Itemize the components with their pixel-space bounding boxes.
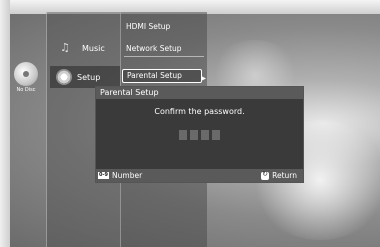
dialog-title: Parental Setup — [96, 87, 303, 99]
disc-icon — [14, 62, 38, 86]
submenu-item-label: HDMI Setup — [126, 22, 171, 31]
return-label: Return — [272, 171, 297, 180]
submenu-item-label: Parental Setup — [127, 71, 182, 80]
disc-label: No Disc — [16, 87, 36, 93]
parental-setup-dialog: Parental Setup Confirm the password. 0-9… — [95, 86, 304, 183]
menu-item-setup[interactable]: Setup — [50, 66, 120, 88]
submenu-item-network-setup[interactable]: Network Setup — [124, 44, 204, 57]
menu-item-label: Music — [82, 43, 105, 53]
submenu-item-parental-setup[interactable]: Parental Setup ▶ — [122, 69, 206, 83]
dialog-message: Confirm the password. — [154, 107, 245, 116]
number-hint-label: Number — [112, 171, 143, 180]
menu-item-label: Setup — [77, 72, 101, 82]
return-button[interactable]: Return — [261, 170, 297, 180]
pin-slot — [201, 130, 209, 140]
submenu-item-label: Network Setup — [126, 44, 182, 53]
music-icon: ♫ — [60, 41, 70, 54]
menu-item-music[interactable]: ♫ Music — [60, 42, 105, 54]
dialog-footer: 0-9 Number Return — [96, 169, 303, 182]
submenu-divider — [124, 56, 204, 57]
return-icon — [261, 170, 270, 180]
left-edge — [0, 0, 10, 247]
number-hint: 0-9 Number — [98, 171, 142, 180]
submenu-item-hdmi-setup[interactable]: HDMI Setup — [126, 22, 170, 31]
number-key-icon: 0-9 — [98, 172, 110, 179]
disc-status: No Disc — [12, 62, 40, 96]
gear-icon — [56, 69, 72, 85]
pin-slot — [179, 130, 187, 140]
chevron-right-icon: ▶ — [201, 75, 206, 82]
pin-slot — [212, 130, 220, 140]
pin-slot — [190, 130, 198, 140]
password-input[interactable] — [96, 130, 303, 140]
screen: No Disc ♫ Music Setup HDMI Setup Network… — [0, 0, 380, 247]
